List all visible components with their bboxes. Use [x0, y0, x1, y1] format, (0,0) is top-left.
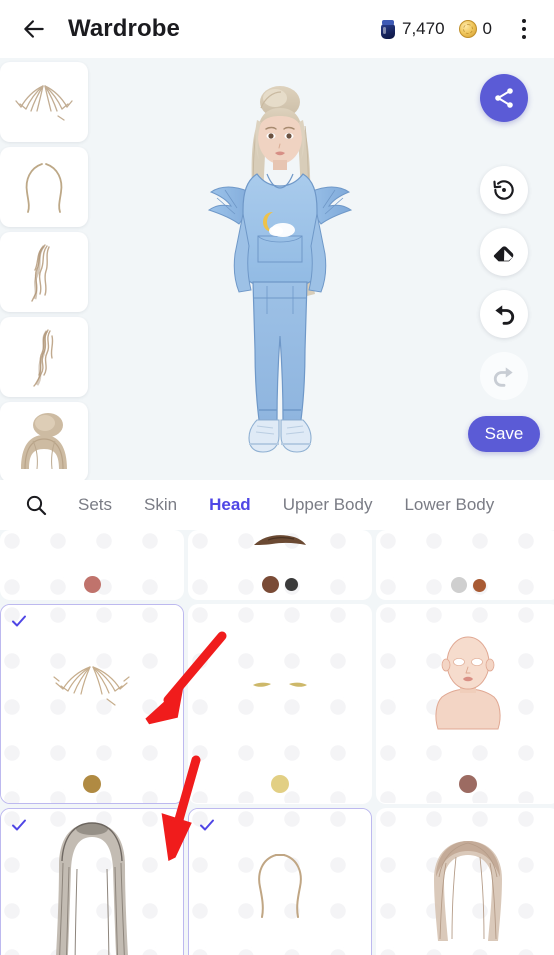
category-tab-bar: Sets Skin Head Upper Body Lower Body: [0, 480, 554, 530]
color-swatch[interactable]: [262, 576, 279, 593]
parted-strands-thumb-icon: [25, 163, 63, 213]
item-card-brows-dark[interactable]: [188, 530, 372, 600]
tab-lower-body[interactable]: Lower Body: [388, 495, 510, 515]
bald-head-art: [435, 636, 501, 730]
item-grid-row-bottom: [0, 808, 554, 955]
bangs-thumb-icon: [15, 85, 73, 121]
long-hair-art: [1, 809, 183, 955]
item-card-bangs[interactable]: [0, 604, 184, 804]
more-vertical-icon: [522, 19, 526, 23]
avatar-stage: Save: [0, 58, 554, 480]
overflow-menu-button[interactable]: [506, 7, 542, 51]
face-art: [377, 605, 554, 765]
swatch-row: [189, 576, 371, 593]
color-swatch[interactable]: [472, 578, 486, 592]
swatch-row: [1, 775, 183, 793]
tool-column: Save: [468, 74, 540, 452]
item-card-lips[interactable]: [0, 530, 184, 600]
more-vertical-icon: [522, 27, 526, 31]
item-grid: [0, 530, 554, 955]
gem-balance[interactable]: 7,470: [380, 19, 445, 39]
avatar-figure: [207, 86, 353, 453]
swatch-row: [377, 775, 554, 793]
share-icon: [495, 88, 513, 108]
eraser-button[interactable]: [480, 228, 528, 276]
curl-lock-thumb-icon: [33, 329, 54, 387]
page-title: Wardrobe: [68, 15, 180, 42]
swatch-row: [189, 775, 371, 793]
tab-sets[interactable]: Sets: [62, 495, 128, 515]
color-swatch[interactable]: [83, 775, 101, 793]
messy-bun-thumb-icon: [21, 413, 67, 470]
short-parted-hair-art: [434, 841, 502, 941]
gold-coin-icon: [458, 20, 477, 38]
item-grid-row-middle: [0, 604, 554, 804]
swatch-row: [377, 577, 554, 593]
item-card-short-hair[interactable]: [376, 808, 554, 955]
save-button[interactable]: Save: [468, 416, 540, 452]
tab-skin[interactable]: Skin: [128, 495, 193, 515]
swatch-row: [1, 576, 183, 593]
eraser-icon: [493, 246, 514, 262]
redo-arrow-icon: [493, 367, 513, 387]
dark-brow-art: [254, 535, 306, 545]
color-swatch[interactable]: [459, 775, 477, 793]
color-swatch[interactable]: [271, 775, 289, 793]
eyebrows-art: [189, 605, 371, 765]
hair-thumbnail-rail: [0, 62, 88, 480]
reset-button[interactable]: [480, 166, 528, 214]
search-button[interactable]: [16, 485, 56, 525]
gem-amount: 7,470: [401, 19, 445, 38]
brows-dark-art: [189, 531, 371, 571]
more-vertical-icon: [522, 35, 526, 39]
back-arrow-icon: [24, 20, 44, 38]
undo-arrow-icon: [495, 305, 515, 325]
coin-amount: 0: [482, 19, 492, 38]
bangs-hair-art: [53, 666, 130, 706]
share-button[interactable]: [480, 74, 528, 122]
bangs-art: [1, 605, 183, 765]
restore-history-icon: [493, 180, 514, 200]
tab-upper-body[interactable]: Upper Body: [267, 495, 389, 515]
short-hair-art: [377, 809, 554, 955]
hair-thumb-messy-bun[interactable]: [0, 402, 88, 480]
hair-thumb-wavy-lock[interactable]: [0, 232, 88, 312]
wavy-lock-thumb-icon: [31, 244, 50, 302]
hair-thumb-curl-lock[interactable]: [0, 317, 88, 397]
item-card-face[interactable]: [376, 604, 554, 804]
item-card-eyes[interactable]: [376, 530, 554, 600]
color-swatch[interactable]: [450, 577, 467, 593]
back-button[interactable]: [12, 7, 56, 51]
hair-thumb-parted-strands[interactable]: [0, 147, 88, 227]
wardrobe-screen: Wardrobe 7,470 0 Save Sets Skin Head Upp…: [0, 0, 554, 955]
tab-head[interactable]: Head: [193, 495, 267, 515]
item-card-eyebrows[interactable]: [188, 604, 372, 804]
search-icon: [26, 495, 47, 516]
eyebrow-pair-art: [253, 682, 307, 687]
top-app-bar: Wardrobe 7,470 0: [0, 0, 554, 58]
gem-jar-icon: [380, 19, 396, 39]
hair-thumb-bangs[interactable]: [0, 62, 88, 142]
color-swatch[interactable]: [285, 578, 298, 591]
avatar-preview[interactable]: [195, 64, 365, 474]
tab-list: Sets Skin Head Upper Body Lower Body: [62, 495, 510, 515]
undo-button[interactable]: [480, 290, 528, 338]
thin-strands-art: [189, 809, 371, 955]
thin-strand-pair-art: [258, 854, 302, 918]
long-straight-hair-art: [56, 822, 128, 955]
redo-button[interactable]: [480, 352, 528, 400]
item-grid-row-partial: [0, 530, 554, 600]
item-card-long-hair[interactable]: [0, 808, 184, 955]
color-swatch[interactable]: [83, 576, 101, 593]
item-card-thin-strands[interactable]: [188, 808, 372, 955]
coin-balance[interactable]: 0: [458, 19, 492, 39]
